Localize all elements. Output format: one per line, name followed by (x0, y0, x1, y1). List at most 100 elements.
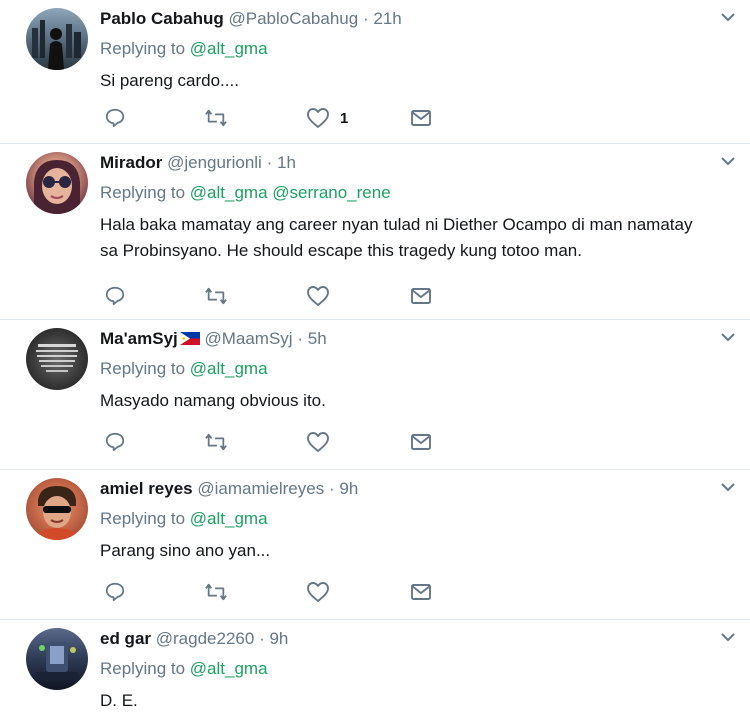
reply-button[interactable] (104, 106, 126, 130)
retweet-button[interactable] (204, 430, 228, 454)
username[interactable]: @ragde2260 (156, 629, 255, 648)
tweet: Pablo Cabahug @PabloCabahug · 21h Replyi… (0, 0, 750, 144)
tweet-actions: 1 (100, 106, 520, 130)
separator: · (362, 9, 369, 28)
tweet-body: amiel reyes @iamamielreyes · 9h Replying… (100, 478, 710, 564)
replying-to-label: Replying to (100, 39, 186, 58)
mention-link[interactable]: @alt_gma (190, 659, 268, 678)
direct-message-button[interactable] (410, 284, 432, 308)
tweet-actions (100, 430, 520, 454)
username[interactable]: @PabloCabahug (228, 9, 358, 28)
username[interactable]: @jengurionli (167, 153, 262, 172)
retweet-icon (205, 583, 227, 601)
direct-message-button[interactable] (410, 580, 432, 604)
tweet-text: Hala baka mamatay ang career nyan tulad … (100, 215, 693, 260)
replying-to: Replying to @alt_gma @serrano_rene (100, 182, 710, 204)
replying-to-label: Replying to (100, 509, 186, 528)
like-count: 1 (340, 109, 349, 127)
tweet-text: D. E. (100, 691, 138, 710)
mention-link[interactable]: @serrano_rene (272, 183, 390, 202)
heart-icon (307, 432, 329, 452)
tweet-header: amiel reyes @iamamielreyes · 9h (100, 478, 710, 500)
mention-link[interactable]: @alt_gma (190, 359, 268, 378)
avatar[interactable] (26, 8, 88, 70)
tweet-header: Pablo Cabahug @PabloCabahug · 21h (100, 8, 710, 30)
avatar[interactable] (26, 152, 88, 214)
tweet-actions (100, 284, 520, 308)
reply-icon (105, 432, 125, 452)
separator: · (328, 479, 335, 498)
display-name[interactable]: Pablo Cabahug (100, 9, 224, 28)
tweet-actions (100, 580, 520, 604)
username[interactable]: @iamamielreyes (197, 479, 324, 498)
tweet-text: Parang sino ano yan... (100, 541, 271, 560)
timestamp[interactable]: 9h (269, 629, 288, 648)
heart-icon (307, 108, 329, 128)
chevron-down-icon[interactable] (720, 330, 736, 344)
reply-feed: Pablo Cabahug @PabloCabahug · 21h Replyi… (0, 0, 750, 728)
separator: · (297, 329, 303, 348)
heart-icon (307, 286, 329, 306)
reply-icon (105, 108, 125, 128)
retweet-button[interactable] (204, 284, 228, 308)
envelope-icon (411, 288, 431, 304)
timestamp[interactable]: 5h (308, 329, 327, 348)
timestamp[interactable]: 21h (373, 9, 401, 28)
replying-to-label: Replying to (100, 659, 186, 678)
avatar[interactable] (26, 478, 88, 540)
like-button[interactable]: 1 (306, 106, 348, 130)
like-button[interactable] (306, 430, 340, 454)
tweet-text: Si pareng cardo.... (100, 71, 239, 90)
mention-link[interactable]: @alt_gma (190, 509, 268, 528)
replying-to: Replying to @alt_gma (100, 658, 710, 680)
replying-to-label: Replying to (100, 359, 186, 378)
replying-to: Replying to @alt_gma (100, 38, 710, 60)
reply-button[interactable] (104, 284, 126, 308)
tweet: ed gar @ragde2260 · 9h Replying to @alt_… (0, 620, 750, 728)
display-name[interactable]: ed gar (100, 629, 151, 648)
display-name[interactable]: Mirador (100, 153, 162, 172)
chevron-down-icon[interactable] (720, 630, 736, 644)
reply-button[interactable] (104, 580, 126, 604)
timestamp[interactable]: 1h (277, 153, 296, 172)
reply-icon (105, 286, 125, 306)
separator: · (266, 153, 273, 172)
avatar[interactable] (26, 328, 88, 390)
tweet: Ma'amSyj @MaamSyj · 5h Replying to @alt_… (0, 320, 750, 470)
mention-link[interactable]: @alt_gma (190, 183, 268, 202)
replying-to: Replying to @alt_gma (100, 358, 710, 380)
tweet-header: Mirador @jengurionli · 1h (100, 152, 710, 174)
direct-message-button[interactable] (410, 106, 432, 130)
replying-to-label: Replying to (100, 183, 186, 202)
like-button[interactable] (306, 580, 340, 604)
username[interactable]: @MaamSyj (204, 329, 292, 348)
tweet: Mirador @jengurionli · 1h Replying to @a… (0, 144, 750, 320)
chevron-down-icon[interactable] (720, 480, 736, 494)
envelope-icon (411, 584, 431, 600)
tweet-header: Ma'amSyj @MaamSyj · 5h (100, 328, 710, 350)
reply-button[interactable] (104, 430, 126, 454)
display-name[interactable]: amiel reyes (100, 479, 193, 498)
tweet-text: Masyado namang obvious ito. (100, 391, 326, 410)
direct-message-button[interactable] (410, 430, 432, 454)
chevron-down-icon[interactable] (720, 154, 736, 168)
chevron-down-icon[interactable] (720, 10, 736, 24)
separator: · (259, 629, 265, 648)
timestamp[interactable]: 9h (339, 479, 358, 498)
retweet-icon (205, 433, 227, 451)
tweet-body: ed gar @ragde2260 · 9h Replying to @alt_… (100, 628, 710, 714)
envelope-icon (411, 434, 431, 450)
retweet-button[interactable] (204, 106, 228, 130)
avatar[interactable] (26, 628, 88, 690)
like-button[interactable] (306, 284, 340, 308)
tweet-header: ed gar @ragde2260 · 9h (100, 628, 710, 650)
mention-link[interactable]: @alt_gma (190, 39, 268, 58)
tweet-body: Ma'amSyj @MaamSyj · 5h Replying to @alt_… (100, 328, 710, 414)
heart-icon (307, 582, 329, 602)
reply-icon (105, 582, 125, 602)
envelope-icon (411, 110, 431, 126)
retweet-button[interactable] (204, 580, 228, 604)
tweet: amiel reyes @iamamielreyes · 9h Replying… (0, 470, 750, 620)
display-name[interactable]: Ma'amSyj (100, 329, 178, 348)
tweet-body: Mirador @jengurionli · 1h Replying to @a… (100, 152, 710, 264)
